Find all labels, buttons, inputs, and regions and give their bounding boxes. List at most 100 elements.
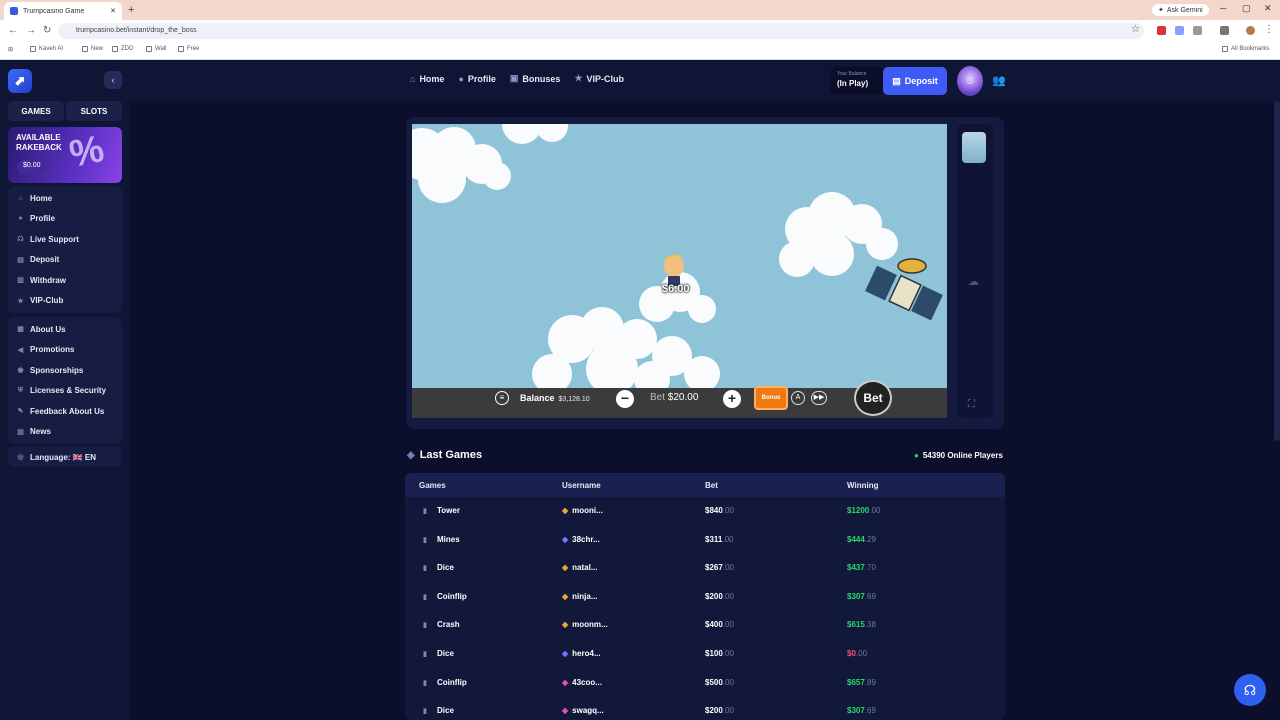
all-bookmarks[interactable]: All Bookmarks [1222, 46, 1269, 52]
reload-icon[interactable]: ↻ [43, 25, 51, 36]
ask-gemini-button[interactable]: ✦ Ask Gemini [1152, 4, 1209, 16]
language-selector[interactable]: ◎ Language: 🇬🇧 EN [8, 447, 122, 467]
wallet-icon: ▤ [892, 75, 901, 86]
close-window-icon[interactable]: ✕ [1264, 3, 1272, 14]
close-tab-icon[interactable]: ✕ [110, 7, 116, 15]
balance-amount: $3,128.10 [558, 396, 590, 403]
sidebar-item-licenses-security[interactable]: ⛨ Licenses & Security [8, 381, 122, 402]
back-icon[interactable]: ← [8, 25, 18, 36]
table-row[interactable]: ▮ Coinflip ◆ ninja... $200.00 $307.69 [405, 583, 1005, 612]
bookmark-label: Wall [155, 46, 167, 52]
table-row[interactable]: ▮ Dice ◆ hero4... $100.00 $0.00 [405, 640, 1005, 669]
sidebar-item-news[interactable]: ▤ News [8, 422, 122, 443]
nav-home[interactable]: ⌂ Home [410, 73, 444, 84]
kebab-menu-icon[interactable]: ⋮ [1264, 24, 1274, 35]
username: ninja... [572, 591, 598, 601]
forward-icon[interactable]: → [26, 25, 36, 36]
robot-avatar-icon: ☺ [964, 75, 976, 87]
winning-decimal: .69 [864, 706, 876, 716]
plus-icon: + [727, 390, 737, 406]
extension-icon[interactable] [1175, 26, 1184, 35]
bet-cell: $200.00 [705, 706, 734, 715]
winning-integer: $0 [847, 648, 856, 658]
menu-icon[interactable]: ≡ [495, 391, 509, 405]
sidebar-item-deposit[interactable]: ▤ Deposit [8, 250, 122, 271]
table-row[interactable]: ▮ Dice ◆ swagq... $200.00 $307.69 [405, 697, 1005, 720]
sparkle-icon: ✦ [1158, 7, 1164, 14]
extension-icon[interactable] [1157, 26, 1166, 35]
minimize-icon[interactable]: ─ [1220, 3, 1226, 13]
bet-integer: $100 [705, 648, 723, 658]
bookmark-item[interactable]: Wall [146, 46, 166, 52]
game-canvas[interactable] [412, 124, 947, 418]
rakeback-card[interactable]: AVAILABLE RAKEBACK $0.00 % [8, 127, 122, 183]
table-row[interactable]: ▮ Coinflip ◆ 43coo... $500.00 $657.89 [405, 669, 1005, 698]
deposit-button[interactable]: ▤ Deposit [883, 67, 947, 95]
bookmark-item[interactable]: Kaveh AI [30, 46, 63, 52]
handshake-icon: ◉ [17, 367, 24, 375]
apps-grid-icon[interactable]: ⊞ [8, 46, 13, 53]
bonus-button[interactable]: Bonus [754, 386, 788, 410]
autoplay-icon[interactable]: A [791, 391, 805, 405]
language-item: ◎ Language: 🇬🇧 EN [8, 447, 122, 467]
sidebar-item-feedback[interactable]: ✎ Feedback About Us [8, 401, 122, 422]
collapse-sidebar-button[interactable]: ‹ [104, 71, 122, 89]
sidebar-item-live-support[interactable]: ☊ Live Support [8, 229, 122, 250]
bookmark-star-icon[interactable]: ☆ [1131, 24, 1140, 35]
bet-button[interactable]: Bet [854, 380, 892, 416]
news-icon: ▤ [17, 428, 24, 436]
bet-cell: $100.00 [705, 649, 734, 658]
turbo-icon[interactable]: ▶▶ [811, 391, 827, 405]
bet-cell: $200.00 [705, 592, 734, 601]
bet-decimal: .00 [722, 706, 734, 716]
tab-games[interactable]: GAMES [8, 101, 64, 121]
bookmark-item[interactable]: New [82, 46, 103, 52]
sidebar-item-about-us[interactable]: ▦ About Us [8, 319, 122, 340]
nav-bonuses[interactable]: ▣ Bonuses [510, 73, 561, 84]
sidebar-item-vip-club[interactable]: ★ VIP-Club [8, 291, 122, 312]
nav-vip-club[interactable]: ★ VIP-Club [574, 73, 624, 84]
column-header-bet: Bet [705, 480, 718, 490]
avatar[interactable]: ☺ [957, 66, 983, 96]
new-tab-icon[interactable]: + [128, 4, 134, 16]
tab-slots[interactable]: SLOTS [66, 101, 122, 121]
online-players: ● 54390 Online Players [914, 451, 1003, 460]
sidebar-item-promotions[interactable]: ◀ Promotions [8, 340, 122, 361]
browser-tab[interactable]: Trumpcasino Game ✕ [4, 2, 122, 20]
rakeback-title: AVAILABLE RAKEBACK [16, 133, 62, 153]
profile-avatar-icon[interactable] [1246, 26, 1255, 35]
bet-decimal: .00 [722, 563, 734, 573]
nav-profile[interactable]: ● Profile [458, 73, 495, 84]
increase-bet-button[interactable]: + [723, 390, 741, 408]
balance-box[interactable]: Your Balance (In Play) [830, 67, 884, 95]
decrease-bet-button[interactable]: − [616, 390, 634, 408]
live-support-button[interactable]: ☊ [1234, 674, 1266, 706]
sidebar-item-withdraw[interactable]: ▥ Withdraw [8, 270, 122, 291]
address-bar[interactable]: trumpcasino.bet/instant/drop_the_boss [58, 23, 1144, 39]
users-icon[interactable]: 👥 [992, 74, 1006, 87]
username-cell: ◆ ninja... [562, 592, 598, 601]
page-scrollbar[interactable] [1274, 101, 1280, 441]
folder-icon [178, 46, 184, 52]
maximize-icon[interactable]: ▢ [1242, 3, 1251, 14]
username-cell: ◆ 43coo... [562, 678, 602, 687]
bookmark-item[interactable]: Free [178, 46, 199, 52]
table-row[interactable]: ▮ Mines ◆ 38chr... $311.00 $444.29 [405, 526, 1005, 555]
site-logo-icon[interactable]: ⬈ [8, 69, 32, 93]
sidebar-item-home[interactable]: ⌂ Home [8, 188, 122, 209]
table-row[interactable]: ▮ Crash ◆ moonm... $400.00 $615.38 [405, 611, 1005, 640]
sidebar-item-profile[interactable]: ● Profile [8, 209, 122, 230]
game-side-strip [957, 124, 993, 418]
table-row[interactable]: ▮ Dice ◆ natal... $267.00 $437.70 [405, 554, 1005, 583]
sidebar-item-sponsorships[interactable]: ◉ Sponsorships [8, 360, 122, 381]
winning-decimal: .29 [864, 534, 876, 544]
sidepanel-icon[interactable] [1220, 26, 1229, 35]
bet-amount[interactable]: Bet $20.00 [650, 392, 698, 403]
puzzle-icon[interactable] [1193, 26, 1202, 35]
game-thumbnail[interactable] [962, 132, 986, 163]
rakeback-title-line1: AVAILABLE [16, 133, 61, 142]
bookmark-item[interactable]: ZDD [112, 46, 133, 52]
bet-cell: $311.00 [705, 535, 733, 544]
fullscreen-icon[interactable]: ⛶ [968, 399, 975, 410]
table-row[interactable]: ▮ Tower ◆ mooni... $840.00 $1200.00 [405, 497, 1005, 526]
